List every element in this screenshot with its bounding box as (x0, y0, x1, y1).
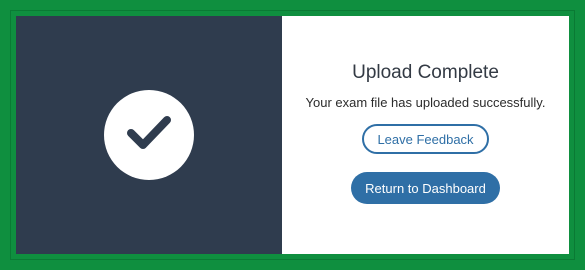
content-panel: Upload Complete Your exam file has uploa… (282, 16, 569, 254)
return-to-dashboard-button[interactable]: Return to Dashboard (351, 172, 500, 204)
leave-feedback-button[interactable]: Leave Feedback (362, 124, 489, 154)
success-message: Your exam file has uploaded successfully… (305, 95, 546, 110)
dialog-title: Upload Complete (352, 62, 499, 83)
success-badge (104, 90, 194, 180)
checkmark-icon (120, 104, 178, 167)
status-panel (16, 16, 282, 254)
upload-complete-dialog: Upload Complete Your exam file has uploa… (11, 11, 574, 259)
